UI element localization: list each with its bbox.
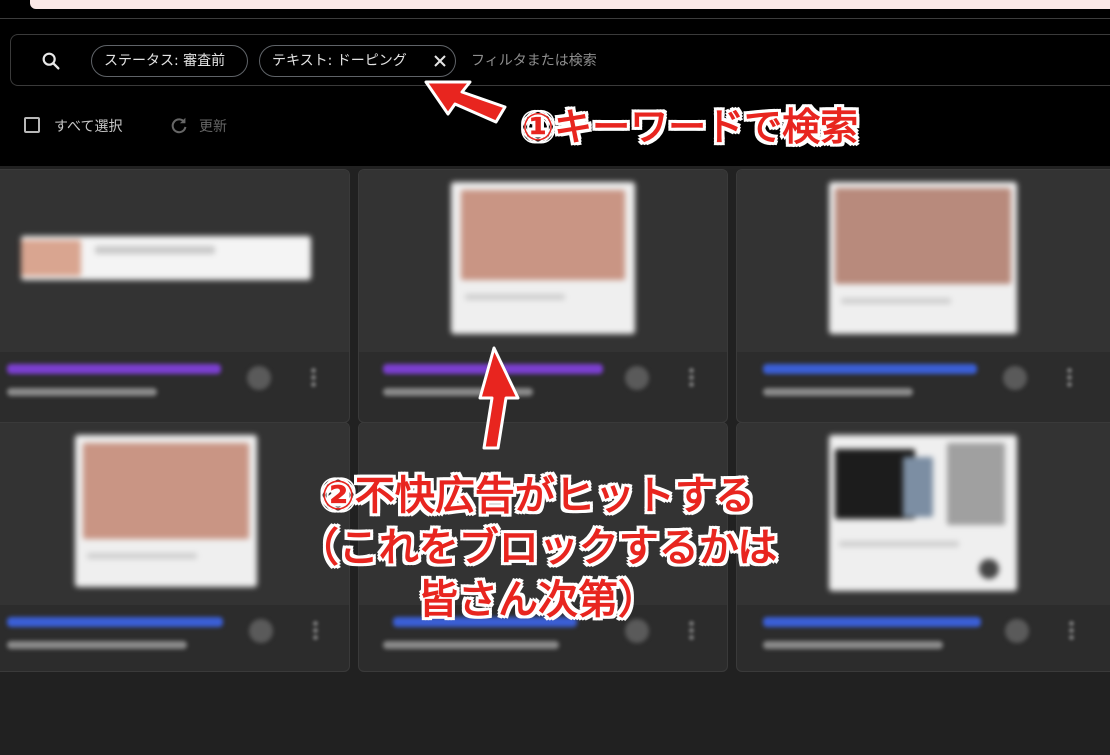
ad-card[interactable]	[736, 169, 1110, 423]
ad-card[interactable]	[0, 169, 350, 423]
ad-subtitle	[763, 388, 913, 396]
ad-image	[21, 236, 311, 280]
ad-card[interactable]	[358, 169, 728, 423]
ad-image	[829, 435, 1017, 591]
filter-search-box[interactable]: ステータス: 審査前 テキスト: ドーピング フィルタまたは検索	[10, 34, 1110, 86]
ad-title[interactable]	[7, 364, 221, 374]
more-vert-icon[interactable]	[1069, 621, 1075, 641]
ad-subtitle	[383, 388, 533, 396]
annotation-step2-line1: ②不快広告がヒットする	[321, 473, 755, 519]
list-toolbar: すべて選択 更新	[0, 108, 400, 144]
filter-chip-text[interactable]: テキスト: ドーピング	[259, 45, 456, 77]
annotation-step1: ①キーワードで検索	[522, 105, 859, 149]
close-icon[interactable]	[433, 54, 447, 68]
ad-image	[829, 182, 1017, 334]
ad-image	[75, 435, 257, 587]
select-all-checkbox[interactable]	[24, 117, 40, 133]
annotation-step2: ②不快広告がヒットする （これをブロックするかは 皆さん次第）	[238, 470, 838, 626]
more-vert-icon[interactable]	[1067, 368, 1073, 388]
refresh-icon[interactable]	[168, 115, 190, 137]
ad-subtitle	[7, 641, 187, 649]
ad-thumbnail	[359, 170, 727, 352]
select-all-label[interactable]: すべて選択	[54, 116, 122, 136]
filter-chip-label: テキスト: ドーピング	[272, 53, 407, 69]
divider	[0, 18, 1110, 19]
ad-thumbnail	[0, 170, 349, 352]
annotation-step2-line2: （これをブロックするかは	[298, 525, 778, 571]
ad-subtitle	[7, 388, 157, 396]
stats-icon[interactable]	[247, 366, 271, 390]
more-vert-icon[interactable]	[689, 368, 695, 388]
ad-thumbnail	[737, 170, 1110, 352]
ad-card-grid	[0, 166, 1110, 755]
ad-title[interactable]	[763, 364, 977, 374]
address-bar-edge	[30, 0, 1110, 9]
browser-top-strip	[0, 0, 1110, 20]
ad-subtitle	[763, 641, 943, 649]
ad-title[interactable]	[383, 364, 603, 374]
filter-chip-label: ステータス: 審査前	[104, 53, 226, 69]
annotation-step2-line3: 皆さん次第）	[418, 577, 658, 623]
ad-title[interactable]	[7, 617, 223, 627]
refresh-button[interactable]: 更新	[199, 116, 227, 136]
stats-icon[interactable]	[625, 366, 649, 390]
filter-search-input[interactable]: フィルタまたは検索	[471, 45, 597, 77]
search-icon[interactable]	[40, 50, 62, 72]
more-vert-icon[interactable]	[311, 368, 317, 388]
stats-icon[interactable]	[1005, 619, 1029, 643]
stats-icon[interactable]	[1003, 366, 1027, 390]
ad-subtitle	[383, 641, 559, 649]
ad-image	[451, 182, 635, 334]
filter-chip-status[interactable]: ステータス: 審査前	[91, 45, 248, 77]
